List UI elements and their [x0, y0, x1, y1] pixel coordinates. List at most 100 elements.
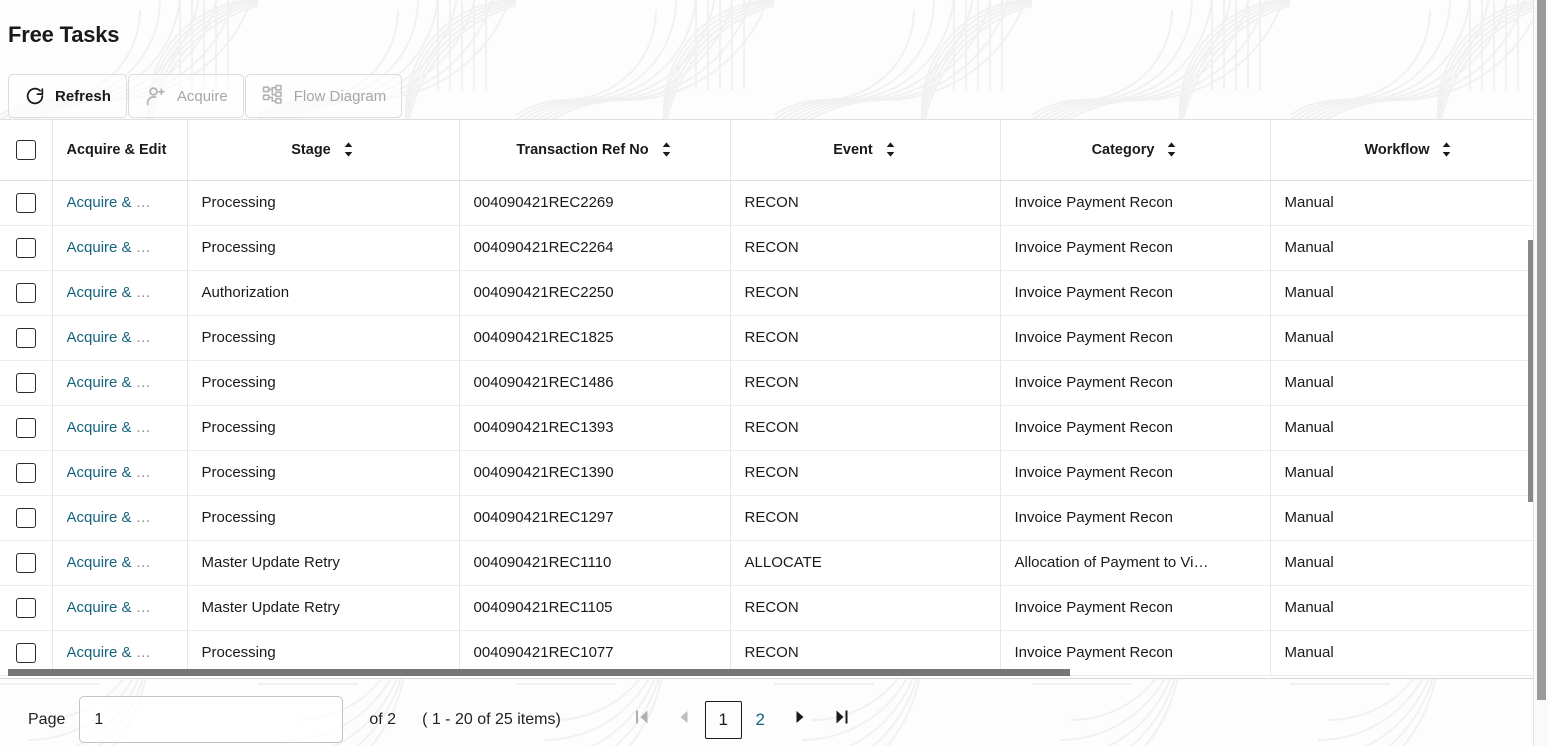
sort-icon[interactable]: [1440, 141, 1453, 158]
tasks-table: Acquire & Edit Stage Transaction Ref No: [0, 120, 1548, 676]
workflow-cell: Manual: [1270, 585, 1548, 631]
acquire-edit-link[interactable]: Acquire & …: [67, 284, 173, 301]
page-button-2[interactable]: 2: [742, 701, 779, 739]
acquire-edit-link[interactable]: Acquire & …: [67, 239, 173, 256]
acquire-edit-cell: Acquire & …: [52, 270, 188, 316]
page-label: Page: [28, 710, 66, 728]
acquire-edit-cell: Acquire & …: [52, 540, 188, 586]
workflow-cell: Manual: [1270, 225, 1548, 271]
category-cell: Invoice Payment Recon: [1000, 360, 1271, 406]
acquire-edit-link[interactable]: Acquire & …: [67, 599, 173, 616]
row-checkbox[interactable]: [15, 237, 36, 258]
page-number-input[interactable]: [79, 696, 344, 743]
row-select-cell: [0, 270, 53, 316]
row-checkbox[interactable]: [15, 552, 36, 573]
column-header-event[interactable]: Event: [730, 120, 1001, 181]
column-header-acquire-edit[interactable]: Acquire & Edit: [52, 120, 188, 181]
table-row: Acquire & … Processing 004090421REC1297 REC…: [0, 495, 1548, 541]
row-select-cell: [0, 495, 53, 541]
acquire-edit-link[interactable]: Acquire & …: [67, 374, 173, 391]
previous-page-button[interactable]: [663, 699, 705, 741]
acquire-edit-link[interactable]: Acquire & …: [67, 194, 173, 211]
transaction-ref-no-cell: 004090421REC1297: [459, 495, 731, 541]
acquire-edit-link[interactable]: Acquire & …: [67, 419, 173, 436]
sort-icon[interactable]: [342, 141, 355, 158]
row-checkbox[interactable]: [15, 507, 36, 528]
transaction-ref-no-cell: 004090421REC1393: [459, 405, 731, 451]
acquire-edit-cell: Acquire & …: [52, 405, 188, 451]
event-cell: RECON: [730, 270, 1001, 316]
table-row: Acquire & … Processing 004090421REC1393 REC…: [0, 405, 1548, 451]
acquire-button[interactable]: Acquire: [127, 74, 244, 118]
row-checkbox[interactable]: [15, 417, 36, 438]
row-checkbox[interactable]: [15, 282, 36, 303]
row-checkbox[interactable]: [15, 597, 36, 618]
select-all-header: [0, 120, 53, 181]
workflow-cell: Manual: [1270, 360, 1548, 406]
page-button-1[interactable]: 1: [704, 700, 742, 739]
page-scrollbar[interactable]: [1533, 0, 1548, 746]
grid-horizontal-scrollbar-thumb[interactable]: [8, 669, 1070, 676]
acquire-edit-cell: Acquire & …: [52, 585, 188, 631]
row-select-cell: [0, 225, 53, 271]
acquire-edit-link[interactable]: Acquire & …: [67, 554, 173, 571]
row-checkbox[interactable]: [15, 327, 36, 348]
column-header-stage[interactable]: Stage: [187, 120, 460, 181]
next-page-icon: [790, 707, 810, 732]
refresh-icon: [24, 85, 46, 107]
row-checkbox[interactable]: [15, 642, 36, 663]
flow-diagram-button[interactable]: Flow Diagram: [244, 74, 403, 118]
row-checkbox[interactable]: [15, 192, 36, 213]
workflow-cell: Manual: [1270, 540, 1548, 586]
next-page-button[interactable]: [779, 699, 821, 741]
select-all-checkbox[interactable]: [15, 139, 36, 160]
transaction-ref-no-cell: 004090421REC1486: [459, 360, 731, 406]
column-label-transaction-ref-no: Transaction Ref No: [516, 141, 649, 158]
stage-cell: Processing: [187, 180, 460, 226]
stage-cell: Master Update Retry: [187, 585, 460, 631]
grid-horizontal-scrollbar[interactable]: [8, 669, 1530, 676]
last-page-button[interactable]: [821, 699, 863, 741]
column-header-workflow[interactable]: Workflow: [1270, 120, 1548, 181]
table-row: Acquire & … Processing 004090421REC2269 REC…: [0, 180, 1548, 226]
acquire-edit-link[interactable]: Acquire & …: [67, 509, 173, 526]
stage-cell: Master Update Retry: [187, 540, 460, 586]
first-page-button[interactable]: [621, 699, 663, 741]
event-cell: RECON: [730, 585, 1001, 631]
refresh-button-label: Refresh: [55, 87, 111, 105]
page-title: Free Tasks: [8, 22, 120, 47]
truncation-ellipsis: …: [131, 554, 151, 571]
column-header-transaction-ref-no[interactable]: Transaction Ref No: [459, 120, 731, 181]
sort-icon[interactable]: [884, 141, 897, 158]
event-cell: RECON: [730, 180, 1001, 226]
acquire-edit-link[interactable]: Acquire & …: [67, 464, 173, 481]
event-cell: RECON: [730, 450, 1001, 496]
flow-diagram-button-label: Flow Diagram: [293, 87, 387, 105]
workflow-cell: Manual: [1270, 180, 1548, 226]
table-row: Acquire & … Processing 004090421REC2264 REC…: [0, 225, 1548, 271]
truncation-ellipsis: …: [131, 329, 151, 346]
sort-icon[interactable]: [1165, 141, 1178, 158]
acquire-edit-link[interactable]: Acquire & …: [67, 329, 173, 346]
workflow-cell: Manual: [1270, 495, 1548, 541]
refresh-button[interactable]: Refresh: [8, 74, 127, 118]
category-cell: Invoice Payment Recon: [1000, 225, 1271, 271]
row-checkbox[interactable]: [15, 462, 36, 483]
truncation-ellipsis: …: [131, 464, 151, 481]
column-label-category: Category: [1091, 141, 1155, 158]
acquire-edit-link[interactable]: Acquire & …: [67, 644, 173, 661]
free-tasks-grid: Acquire & Edit Stage Transaction Ref No: [0, 119, 1548, 679]
row-checkbox[interactable]: [15, 372, 36, 393]
category-cell: Invoice Payment Recon: [1000, 450, 1271, 496]
transaction-ref-no-cell: 004090421REC1390: [459, 450, 731, 496]
column-header-category[interactable]: Category: [1000, 120, 1271, 181]
sort-icon[interactable]: [660, 141, 673, 158]
stage-cell: Processing: [187, 225, 460, 271]
workflow-cell: Manual: [1270, 270, 1548, 316]
column-label-stage: Stage: [291, 141, 331, 158]
truncation-ellipsis: …: [131, 284, 151, 301]
page-scrollbar-thumb[interactable]: [1537, 0, 1546, 700]
truncation-ellipsis: …: [131, 194, 151, 211]
event-cell: ALLOCATE: [730, 540, 1001, 586]
column-label-acquire-edit: Acquire & Edit: [66, 141, 167, 158]
